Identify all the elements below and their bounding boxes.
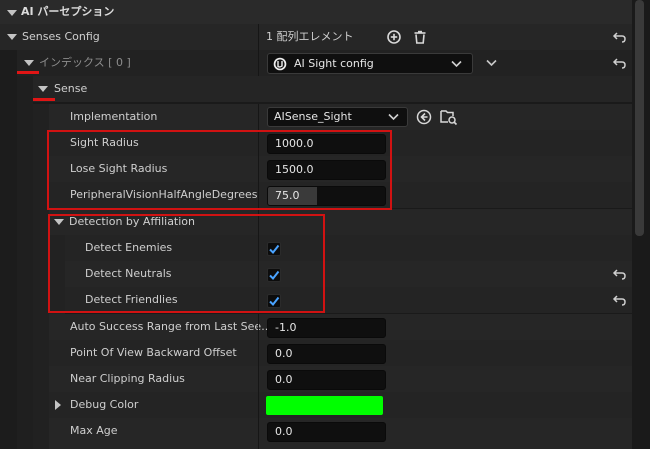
trash-icon[interactable] (413, 30, 427, 44)
highlight-underline (17, 71, 39, 74)
chevron-down-icon (388, 113, 399, 121)
pov-backward-offset-row: Point Of View Backward Offset 0.0 (0, 340, 632, 366)
unreal-logo-icon (273, 57, 287, 71)
sense-config-dropdown[interactable]: AI Sight config (267, 53, 473, 74)
column-divider (258, 50, 259, 76)
expand-arrow-icon[interactable] (38, 86, 48, 92)
implementation-dropdown[interactable]: AISense_Sight (267, 107, 408, 127)
add-element-icon[interactable] (387, 30, 401, 44)
auto-success-range-input[interactable]: -1.0 (267, 318, 386, 338)
column-divider (258, 340, 259, 366)
indent-guide (0, 50, 17, 449)
reset-to-default-icon[interactable] (608, 261, 632, 287)
near-clipping-radius-input[interactable]: 0.0 (267, 370, 386, 390)
scrollbar-track[interactable] (632, 0, 650, 449)
array-count-text: 1 配列エレメント (266, 30, 354, 43)
column-divider (258, 314, 259, 340)
pov-backward-offset-label: Point Of View Backward Offset (70, 346, 237, 359)
scrollbar-thumb[interactable] (635, 0, 644, 236)
auto-success-range-row: Auto Success Range from Last See... -1.0 (0, 314, 632, 340)
max-age-row: Max Age 0.0 (0, 418, 632, 449)
chevron-down-icon[interactable] (486, 59, 497, 67)
max-age-input[interactable]: 0.0 (267, 422, 386, 442)
array-index-row: インデックス [ 0 ] AI Sight config (0, 50, 632, 76)
reset-to-default-icon[interactable] (608, 287, 632, 313)
max-age-label: Max Age (70, 424, 118, 437)
sense-label: Sense (54, 82, 88, 95)
indent-guide (17, 76, 33, 449)
category-title: AI パーセプション (21, 5, 115, 18)
senses-config-label: Senses Config (22, 30, 100, 43)
debug-color-label: Debug Color (70, 398, 139, 411)
reset-to-default-icon[interactable] (608, 24, 632, 50)
collapse-arrow-icon[interactable] (7, 10, 17, 16)
near-clipping-radius-label: Near Clipping Radius (70, 372, 185, 385)
implementation-row: Implementation AISense_Sight (0, 104, 632, 130)
column-divider (258, 392, 259, 418)
debug-color-swatch[interactable] (266, 396, 383, 415)
sense-row: Sense (0, 76, 632, 102)
implementation-label: Implementation (70, 110, 158, 123)
expand-arrow-icon[interactable] (24, 60, 34, 66)
chevron-down-icon (451, 60, 462, 68)
near-clipping-radius-row: Near Clipping Radius 0.0 (0, 366, 632, 392)
use-selected-icon[interactable] (416, 109, 432, 125)
highlight-box-radius (47, 130, 392, 210)
array-index-label: インデックス [ 0 ] (39, 56, 131, 69)
column-divider (258, 366, 259, 392)
reset-to-default-icon[interactable] (608, 50, 632, 76)
expand-arrow-icon[interactable] (55, 400, 61, 410)
column-divider (258, 24, 259, 50)
auto-success-range-label: Auto Success Range from Last See... (70, 320, 272, 333)
senses-config-row: Senses Config 1 配列エレメント (0, 24, 632, 50)
highlight-underline (33, 98, 55, 101)
expand-arrow-icon[interactable] (7, 34, 17, 40)
column-divider (258, 104, 259, 130)
category-header[interactable]: AI パーセプション (0, 0, 632, 24)
config-value-text: AI Sight config (294, 57, 374, 70)
browse-folder-icon[interactable] (440, 108, 458, 126)
column-divider (258, 418, 259, 449)
debug-color-row: Debug Color (0, 392, 632, 418)
pov-backward-offset-input[interactable]: 0.0 (267, 344, 386, 364)
implementation-value: AISense_Sight (274, 110, 352, 123)
highlight-box-affiliation (48, 214, 325, 313)
